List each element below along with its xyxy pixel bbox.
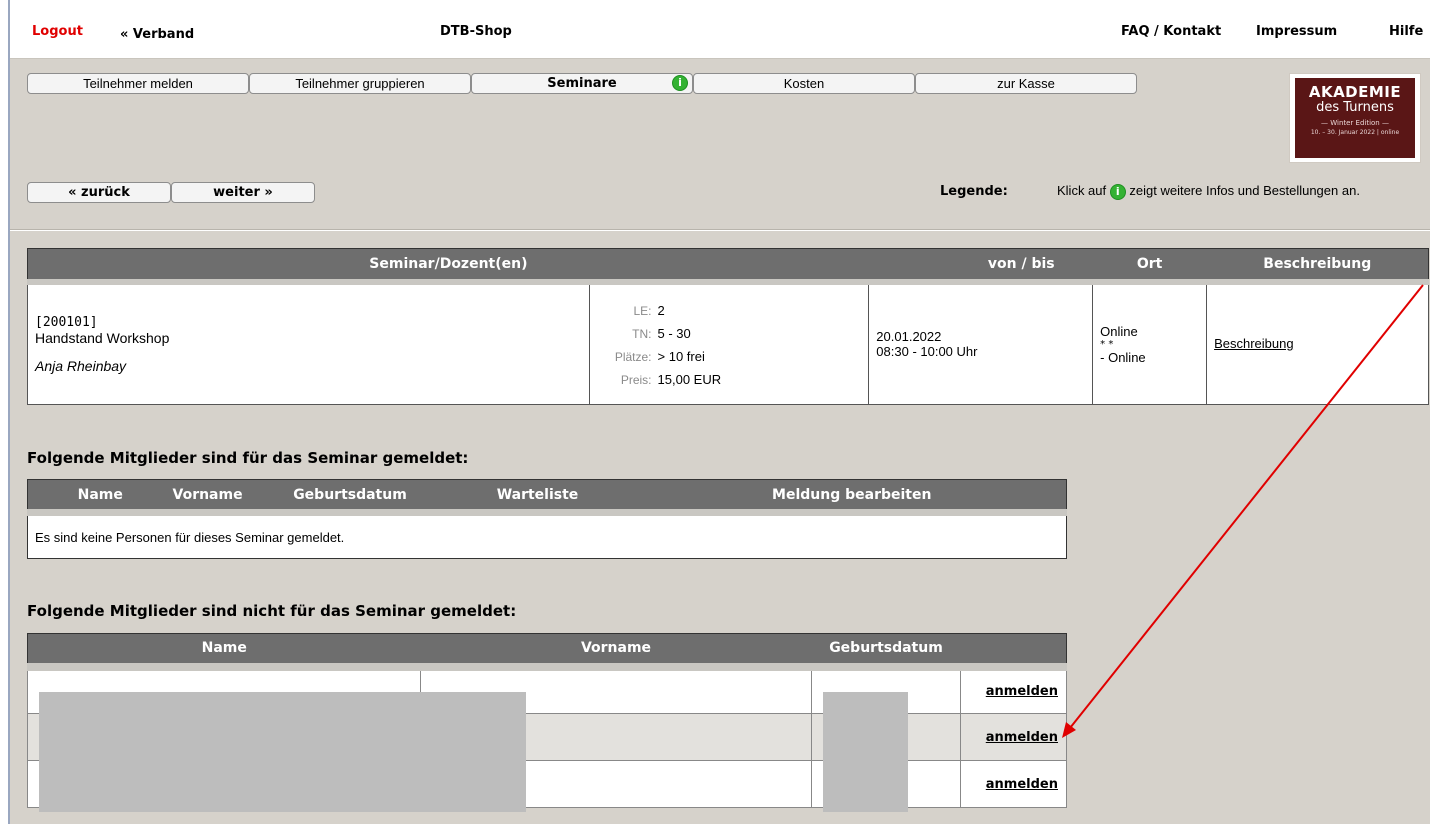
reg-col-name: Name: [27, 479, 173, 516]
preis-value: 15,00 EUR: [657, 372, 722, 388]
next-button[interactable]: weiter »: [171, 182, 315, 203]
page-frame: Logout « Verband DTB-Shop FAQ / Kontakt …: [8, 0, 1430, 824]
registered-heading: Folgende Mitglieder sind für das Seminar…: [27, 449, 469, 467]
col-seminar: Seminar/Dozent(en): [27, 248, 869, 285]
seminar-dozent: Anja Rheinbay: [35, 357, 127, 374]
tab-teilnehmer-gruppieren[interactable]: Teilnehmer gruppieren: [249, 73, 471, 94]
registered-empty-message: Es sind keine Personen für dieses Semina…: [27, 512, 1067, 559]
beschreibung-cell: Beschreibung: [1206, 281, 1429, 405]
seminar-row: [200101] Handstand Workshop Anja Rheinba…: [27, 281, 1429, 405]
unreg-col-name: Name: [27, 633, 421, 671]
info-icon[interactable]: i: [672, 75, 688, 91]
verband-link[interactable]: « Verband: [120, 27, 194, 42]
tab-seminare-label: Seminare: [547, 76, 617, 91]
tn-value: 5 - 30: [657, 326, 691, 342]
le-value: 2: [657, 303, 665, 319]
seminar-title: Handstand Workshop: [35, 329, 170, 346]
col-ort: Ort: [1092, 248, 1207, 285]
hilfe-link[interactable]: Hilfe: [1389, 24, 1423, 39]
action-cell: anmelden: [960, 760, 1067, 808]
impressum-link[interactable]: Impressum: [1256, 24, 1337, 39]
redacted-date-block: [823, 692, 908, 812]
seminar-id: [200101]: [35, 314, 98, 330]
col-beschreibung: Beschreibung: [1206, 248, 1429, 285]
ort-cell: Online * * - Online: [1092, 281, 1208, 405]
akademie-logo: AKADEMIE des Turnens — Winter Edition — …: [1289, 73, 1421, 163]
app-title: DTB-Shop: [440, 24, 512, 39]
legend-info-icon: i: [1109, 183, 1126, 200]
unreg-col-geburtsdatum: Geburtsdatum: [811, 633, 961, 671]
date-cell: 20.01.2022 08:30 - 10:00 Uhr: [868, 281, 1094, 405]
seminar-time: 08:30 - 10:00 Uhr: [876, 344, 978, 360]
unreg-col-vorname: Vorname: [420, 633, 812, 671]
seminar-date: 20.01.2022: [876, 329, 942, 345]
tab-teilnehmer-melden[interactable]: Teilnehmer melden: [27, 73, 249, 94]
action-cell: anmelden: [960, 713, 1067, 761]
faq-link[interactable]: FAQ / Kontakt: [1121, 24, 1221, 39]
col-date: von / bis: [868, 248, 1093, 285]
reg-col-geburtsdatum: Geburtsdatum: [262, 479, 438, 516]
unregistered-heading: Folgende Mitglieder sind nicht für das S…: [27, 602, 517, 620]
tab-zur-kasse[interactable]: zur Kasse: [915, 73, 1137, 94]
top-bar: Logout « Verband DTB-Shop FAQ / Kontakt …: [10, 0, 1430, 59]
seminar-details-cell: LE: 2 TN: 5 - 30 Plätze: > 10 frei Preis: 15…: [588, 281, 870, 405]
main-content: Seminar/Dozent(en) von / bis Ort Beschre…: [10, 231, 1430, 824]
legend-label: Legende:: [940, 184, 1008, 199]
nav-panel: Teilnehmer melden Teilnehmer gruppieren …: [10, 59, 1430, 230]
anmelden-link[interactable]: anmelden: [986, 777, 1058, 792]
anmelden-link[interactable]: anmelden: [986, 684, 1058, 699]
reg-col-warteliste: Warteliste: [437, 479, 638, 516]
seminar-info-cell: [200101] Handstand Workshop Anja Rheinba…: [27, 281, 590, 405]
redacted-name-block: [39, 692, 526, 812]
reg-col-vorname: Vorname: [172, 479, 263, 516]
unreg-col-action: [960, 633, 1067, 671]
tab-seminare[interactable]: Seminare: [471, 73, 693, 94]
beschreibung-link[interactable]: Beschreibung: [1214, 336, 1294, 351]
tab-kosten[interactable]: Kosten: [693, 73, 915, 94]
back-button[interactable]: « zurück: [27, 182, 171, 203]
plaetze-value: > 10 frei: [657, 349, 705, 365]
registered-table: Name Vorname Geburtsdatum Warteliste Mel…: [27, 479, 1067, 559]
logout-link[interactable]: Logout: [32, 24, 83, 39]
reg-col-meldung: Meldung bearbeiten: [637, 479, 1067, 516]
legend-text: Klick auf i zeigt weitere Infos und Best…: [1057, 183, 1360, 200]
seminar-table: Seminar/Dozent(en) von / bis Ort Beschre…: [27, 248, 1429, 405]
action-cell: anmelden: [960, 666, 1067, 714]
anmelden-link[interactable]: anmelden: [986, 730, 1058, 745]
